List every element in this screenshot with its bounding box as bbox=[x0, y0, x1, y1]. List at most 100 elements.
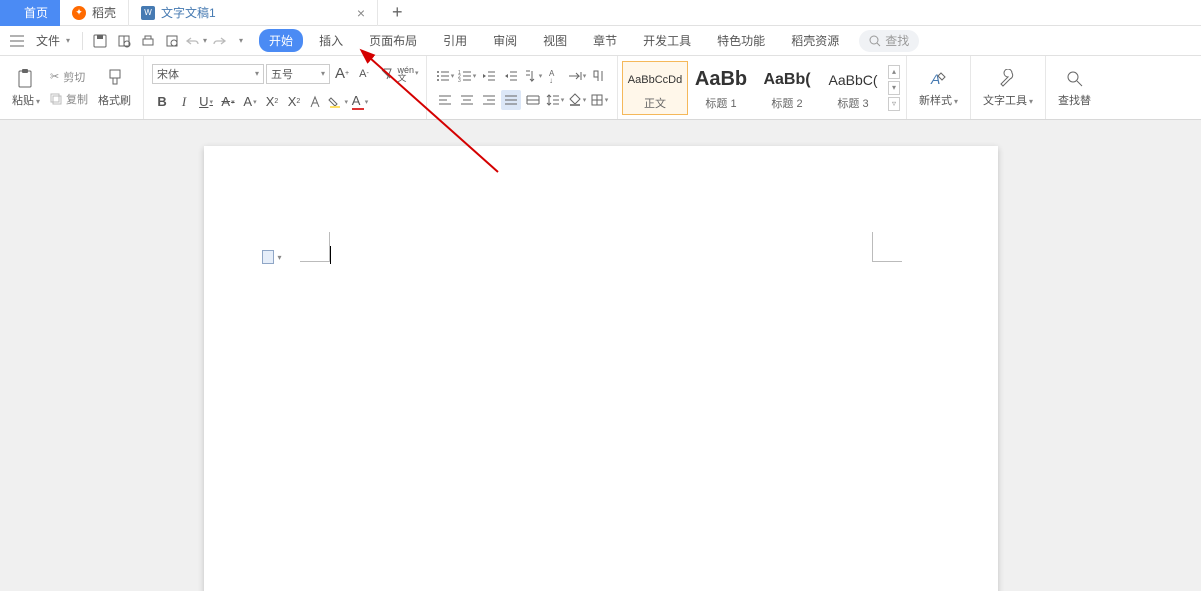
undo-icon[interactable]: ▾ bbox=[185, 30, 207, 52]
highlight-button[interactable]: ▾ bbox=[328, 92, 348, 112]
save-icon[interactable] bbox=[89, 30, 111, 52]
line-spacing-button[interactable]: ▾ bbox=[545, 90, 565, 110]
style-heading2[interactable]: AaBb( 标题 2 bbox=[754, 61, 820, 115]
ribbon-toolbar: 粘贴▾ ✂剪切 复制 格式刷 宋体▾ 五号▾ A+ A- wén文▾ B I U… bbox=[0, 56, 1201, 120]
text-tools-button[interactable]: 文字工具▾ bbox=[979, 68, 1037, 108]
grow-font-button[interactable]: A+ bbox=[332, 64, 352, 84]
tabs-button[interactable]: ▾ bbox=[567, 66, 587, 86]
tab-insert[interactable]: 插入 bbox=[309, 29, 353, 52]
strike-button[interactable]: A▾ bbox=[218, 92, 238, 112]
numbering-button[interactable]: 123▾ bbox=[457, 66, 477, 86]
print-preview-icon[interactable] bbox=[113, 30, 135, 52]
sort-button[interactable]: A↓ bbox=[545, 66, 565, 86]
chevron-down-icon: ▾ bbox=[66, 36, 70, 45]
group-paragraph: ▾ 123▾ ▾ A↓ ▾ ▾ ▾ ▾ bbox=[427, 56, 618, 119]
divider bbox=[82, 32, 83, 50]
paragraph-handle[interactable]: ▾ bbox=[262, 250, 282, 264]
brush-icon bbox=[104, 68, 126, 90]
distribute-button[interactable] bbox=[523, 90, 543, 110]
pinyin-button[interactable]: wén文▾ bbox=[398, 64, 418, 84]
font-color-button[interactable]: A▾ bbox=[350, 92, 370, 112]
align-justify-button[interactable] bbox=[501, 90, 521, 110]
page-glyph-icon bbox=[262, 250, 274, 264]
tab-layout[interactable]: 页面布局 bbox=[359, 29, 427, 52]
app-home-tab[interactable]: 首页 bbox=[0, 0, 60, 26]
shading-button[interactable]: ▾ bbox=[567, 90, 587, 110]
bold-button[interactable]: B bbox=[152, 92, 172, 112]
bullets-button[interactable]: ▾ bbox=[435, 66, 455, 86]
document-tab[interactable]: W 文字文稿1 × bbox=[128, 0, 378, 26]
search-box[interactable]: 查找 bbox=[859, 30, 919, 52]
file-menu[interactable]: 文件▾ bbox=[30, 32, 76, 49]
margin-corner-tr bbox=[872, 232, 902, 262]
show-marks-button[interactable] bbox=[589, 66, 609, 86]
close-tab-icon[interactable]: × bbox=[357, 5, 365, 21]
clear-format-button[interactable] bbox=[376, 64, 396, 84]
group-styles: AaBbCcDd 正文 AaBb 标题 1 AaBb( 标题 2 AaBbC( … bbox=[618, 56, 907, 119]
tab-features[interactable]: 特色功能 bbox=[707, 29, 775, 52]
style-normal[interactable]: AaBbCcDd 正文 bbox=[622, 61, 688, 115]
tab-section[interactable]: 章节 bbox=[583, 29, 627, 52]
tab-devtools[interactable]: 开发工具 bbox=[633, 29, 701, 52]
align-center-button[interactable] bbox=[457, 90, 477, 110]
app-menu-icon[interactable] bbox=[6, 30, 28, 52]
align-right-button[interactable] bbox=[479, 90, 499, 110]
paste-icon bbox=[15, 68, 37, 90]
docer-tab[interactable]: ✦ 稻壳 bbox=[60, 0, 128, 26]
copy-icon bbox=[50, 93, 62, 105]
decrease-indent-button[interactable] bbox=[479, 66, 499, 86]
subscript-button[interactable]: X2 bbox=[284, 92, 304, 112]
group-newstyle: A 新样式▾ bbox=[907, 56, 971, 119]
superscript-button[interactable]: X2 bbox=[262, 92, 282, 112]
style-down-button[interactable]: ▾ bbox=[888, 81, 900, 95]
menu-bar: 文件▾ ▾ ▾ 开始 插入 页面布局 引用 审阅 视图 章节 开发工具 特色功能… bbox=[0, 26, 1201, 56]
increase-indent-button[interactable] bbox=[501, 66, 521, 86]
print-icon[interactable] bbox=[137, 30, 159, 52]
tab-references[interactable]: 引用 bbox=[433, 29, 477, 52]
text-cursor bbox=[330, 246, 331, 264]
tab-start[interactable]: 开始 bbox=[259, 29, 303, 52]
align-left-button[interactable] bbox=[435, 90, 455, 110]
ribbon-tabs: 开始 插入 页面布局 引用 审阅 视图 章节 开发工具 特色功能 稻壳资源 bbox=[259, 29, 849, 52]
format-painter-button[interactable]: 格式刷 bbox=[94, 68, 135, 108]
document-area[interactable]: ▾ bbox=[0, 120, 1201, 591]
new-style-button[interactable]: A 新样式▾ bbox=[915, 68, 962, 108]
group-font: 宋体▾ 五号▾ A+ A- wén文▾ B I U▾ A▾ A▾ X2 X2 ▾… bbox=[144, 56, 427, 119]
style-heading1[interactable]: AaBb 标题 1 bbox=[688, 61, 754, 115]
copy-button[interactable]: 复制 bbox=[48, 90, 90, 108]
italic-button[interactable]: I bbox=[174, 92, 194, 112]
docer-icon: ✦ bbox=[72, 6, 86, 20]
font-size-select[interactable]: 五号▾ bbox=[266, 64, 330, 84]
tab-review[interactable]: 审阅 bbox=[483, 29, 527, 52]
margin-corner-tl bbox=[300, 232, 330, 262]
font-name-select[interactable]: 宋体▾ bbox=[152, 64, 264, 84]
preview-icon[interactable] bbox=[161, 30, 183, 52]
new-tab-button[interactable]: + bbox=[378, 0, 417, 26]
group-clipboard: 粘贴▾ ✂剪切 复制 格式刷 bbox=[0, 56, 144, 119]
page[interactable]: ▾ bbox=[204, 146, 998, 591]
qat-more-icon[interactable]: ▾ bbox=[239, 36, 243, 45]
shrink-font-button[interactable]: A- bbox=[354, 64, 374, 84]
find-replace-button[interactable]: 查找替 bbox=[1054, 68, 1095, 108]
search-icon bbox=[869, 35, 881, 47]
tab-view[interactable]: 视图 bbox=[533, 29, 577, 52]
svg-text:A: A bbox=[930, 71, 940, 87]
style-pen-icon: A bbox=[928, 68, 950, 90]
doc-icon: W bbox=[141, 6, 155, 20]
style-heading3[interactable]: AaBbC( 标题 3 bbox=[820, 61, 886, 115]
change-case-button[interactable] bbox=[306, 92, 326, 112]
style-up-button[interactable]: ▴ bbox=[888, 65, 900, 79]
svg-text:3: 3 bbox=[458, 78, 461, 82]
emphasis-button[interactable]: A▾ bbox=[240, 92, 260, 112]
redo-icon[interactable] bbox=[209, 30, 231, 52]
underline-button[interactable]: U▾ bbox=[196, 92, 216, 112]
borders-button[interactable]: ▾ bbox=[589, 90, 609, 110]
tab-resources[interactable]: 稻壳资源 bbox=[781, 29, 849, 52]
text-direction-button[interactable]: ▾ bbox=[523, 66, 543, 86]
title-tab-bar: 首页 ✦ 稻壳 W 文字文稿1 × + bbox=[0, 0, 1201, 26]
wrench-icon bbox=[997, 68, 1019, 90]
scissors-icon: ✂ bbox=[50, 70, 59, 83]
cut-button[interactable]: ✂剪切 bbox=[48, 68, 90, 86]
paste-button[interactable]: 粘贴▾ bbox=[8, 68, 44, 108]
style-expand-button[interactable]: ▿ bbox=[888, 97, 900, 111]
